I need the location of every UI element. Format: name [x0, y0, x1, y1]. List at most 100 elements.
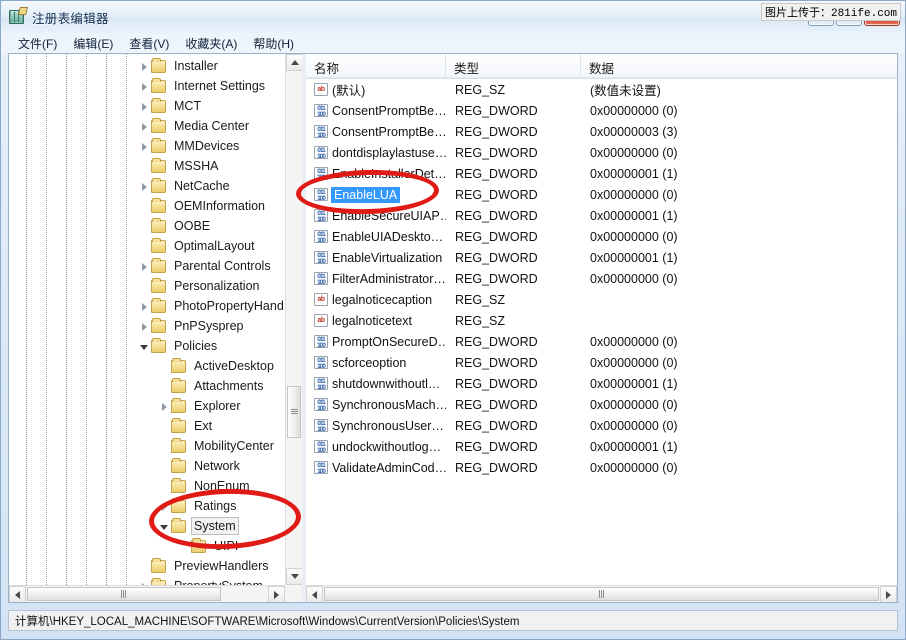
menu-item-3[interactable]: 收藏夹(A) — [178, 33, 244, 54]
column-header-data[interactable]: 数据 — [581, 54, 897, 79]
cell-type: REG_DWORD — [446, 335, 581, 349]
list-header: 名称 类型 数据 — [306, 54, 897, 79]
table-row[interactable]: 011 100dontdisplaylastuse…REG_DWORD0x000… — [306, 142, 897, 163]
table-row[interactable]: 011 100EnableSecureUIAP…REG_DWORD0x00000… — [306, 205, 897, 226]
table-row[interactable]: 011 100ConsentPromptBe…REG_DWORD0x000000… — [306, 121, 897, 142]
tree-node[interactable]: MMDevices — [9, 136, 285, 156]
menu-item-4[interactable]: 帮助(H) — [246, 33, 301, 54]
client-area: Installer Internet Settings MCTMedia Cente… — [8, 53, 898, 603]
collapse-arrow-icon[interactable] — [139, 141, 150, 152]
list-scroll-right-button[interactable] — [880, 586, 897, 602]
value-name-text: SynchronousMach… — [332, 398, 446, 412]
tree-spacer — [159, 441, 170, 452]
tree-node[interactable]: OptimalLayout — [9, 236, 285, 256]
tree-node[interactable]: ActiveDesktop — [9, 356, 285, 376]
tree-node[interactable]: Ratings — [9, 496, 285, 516]
collapse-arrow-icon[interactable] — [139, 101, 150, 112]
collapse-arrow-icon[interactable] — [139, 321, 150, 332]
tree-node[interactable]: OOBE — [9, 216, 285, 236]
tree-scroll-left-button[interactable] — [9, 586, 26, 602]
table-row[interactable]: 011 100ValidateAdminCod…REG_DWORD0x00000… — [306, 457, 897, 478]
tree-node-label: Internet Settings — [171, 78, 268, 94]
folder-icon — [151, 220, 166, 233]
collapse-arrow-icon[interactable] — [159, 501, 170, 512]
table-row[interactable]: 011 100SynchronousUser…REG_DWORD0x000000… — [306, 415, 897, 436]
menu-item-1[interactable]: 编辑(E) — [66, 33, 120, 54]
collapse-arrow-icon[interactable] — [159, 401, 170, 412]
folder-icon — [171, 380, 186, 393]
tree-node[interactable]: Network — [9, 456, 285, 476]
table-row[interactable]: 011 100FilterAdministrator…REG_DWORD0x00… — [306, 268, 897, 289]
table-row[interactable]: 011 100EnableInstallerDet…REG_DWORD0x000… — [306, 163, 897, 184]
collapse-arrow-icon[interactable] — [139, 121, 150, 132]
collapse-arrow-icon[interactable] — [139, 81, 150, 92]
table-row[interactable]: 011 100shutdownwithoutl…REG_DWORD0x00000… — [306, 373, 897, 394]
tree-scroll-up-button[interactable] — [286, 54, 302, 71]
table-row[interactable]: ablegalnoticecaptionREG_SZ — [306, 289, 897, 310]
menu-item-2[interactable]: 查看(V) — [122, 33, 176, 54]
tree-node[interactable]: UIPI — [9, 536, 285, 556]
table-row[interactable]: ab(默认)REG_SZ(数值未设置) — [306, 79, 897, 100]
tree-scroll-right-button[interactable] — [268, 586, 285, 602]
collapse-arrow-icon[interactable] — [139, 301, 150, 312]
cell-data: 0x00000000 (0) — [581, 461, 897, 475]
tree-vertical-scrollbar[interactable] — [285, 54, 302, 585]
list-rows: ab(默认)REG_SZ(数值未设置)011 100ConsentPromptB… — [306, 79, 897, 585]
collapse-arrow-icon[interactable] — [139, 261, 150, 272]
collapse-arrow-icon[interactable] — [139, 61, 150, 72]
table-row[interactable]: 011 100PromptOnSecureD…REG_DWORD0x000000… — [306, 331, 897, 352]
tree-node[interactable]: MCT — [9, 96, 285, 116]
tree-node-label: PropertySystem — [171, 578, 266, 585]
tree-node[interactable]: OEMInformation — [9, 196, 285, 216]
tree-node[interactable]: Installer — [9, 56, 285, 76]
dword-value-icon: 011 100 — [314, 461, 328, 474]
tree-hscroll-thumb[interactable] — [27, 587, 221, 601]
value-name-text: legalnoticecaption — [332, 293, 432, 307]
tree-node[interactable]: MSSHA — [9, 156, 285, 176]
tree-node[interactable]: NonEnum — [9, 476, 285, 496]
chevron-up-icon — [291, 60, 299, 65]
column-header-name[interactable]: 名称 — [306, 54, 446, 79]
table-row[interactable]: 011 100scforceoptionREG_DWORD0x00000000 … — [306, 352, 897, 373]
list-scroll-left-button[interactable] — [306, 586, 323, 602]
value-name-text: EnableSecureUIAP… — [332, 209, 446, 223]
list-hscroll-thumb[interactable] — [324, 587, 879, 601]
registry-editor-window: 注册表编辑器 ✕ 文件(F)编辑(E)查看(V)收藏夹(A)帮助(H) — [0, 0, 906, 640]
tree-node[interactable]: System — [9, 516, 285, 536]
tree-node[interactable]: NetCache — [9, 176, 285, 196]
tree-spacer — [159, 421, 170, 432]
tree-node[interactable]: MobilityCenter — [9, 436, 285, 456]
table-row[interactable]: 011 100SynchronousMach…REG_DWORD0x000000… — [306, 394, 897, 415]
table-row[interactable]: 011 100undockwithoutlog…REG_DWORD0x00000… — [306, 436, 897, 457]
dword-value-icon: 011 100 — [314, 272, 328, 285]
cell-data: 0x00000000 (0) — [581, 146, 897, 160]
tree-node[interactable]: Ext — [9, 416, 285, 436]
tree-node[interactable]: Parental Controls — [9, 256, 285, 276]
tree-scroll-down-button[interactable] — [286, 568, 302, 585]
tree-node[interactable]: PropertySystem — [9, 576, 285, 585]
collapse-arrow-icon[interactable] — [139, 181, 150, 192]
tree-node[interactable]: PnPSysprep — [9, 316, 285, 336]
tree-node[interactable]: PreviewHandlers — [9, 556, 285, 576]
tree-node[interactable]: PhotoPropertyHand — [9, 296, 285, 316]
table-row[interactable]: ablegalnoticetextREG_SZ — [306, 310, 897, 331]
menu-item-0[interactable]: 文件(F) — [11, 33, 64, 54]
table-row[interactable]: 011 100EnableUIADeskto…REG_DWORD0x000000… — [306, 226, 897, 247]
tree-scroll-viewport: Installer Internet Settings MCTMedia Cente… — [9, 54, 285, 585]
expand-arrow-icon[interactable] — [159, 521, 170, 532]
value-name-text: ValidateAdminCod… — [332, 461, 446, 475]
column-header-type[interactable]: 类型 — [446, 54, 581, 79]
tree-scroll-thumb[interactable] — [287, 386, 301, 438]
tree-node[interactable]: Policies — [9, 336, 285, 356]
tree-horizontal-scrollbar[interactable] — [9, 585, 285, 602]
tree-node[interactable]: Attachments — [9, 376, 285, 396]
table-row[interactable]: 011 100EnableLUAREG_DWORD0x00000000 (0) — [306, 184, 897, 205]
tree-node[interactable]: Internet Settings — [9, 76, 285, 96]
table-row[interactable]: 011 100EnableVirtualizationREG_DWORD0x00… — [306, 247, 897, 268]
list-horizontal-scrollbar[interactable] — [306, 585, 897, 602]
tree-node[interactable]: Media Center — [9, 116, 285, 136]
table-row[interactable]: 011 100ConsentPromptBe…REG_DWORD0x000000… — [306, 100, 897, 121]
tree-node[interactable]: Personalization — [9, 276, 285, 296]
tree-node[interactable]: Explorer — [9, 396, 285, 416]
expand-arrow-icon[interactable] — [139, 341, 150, 352]
